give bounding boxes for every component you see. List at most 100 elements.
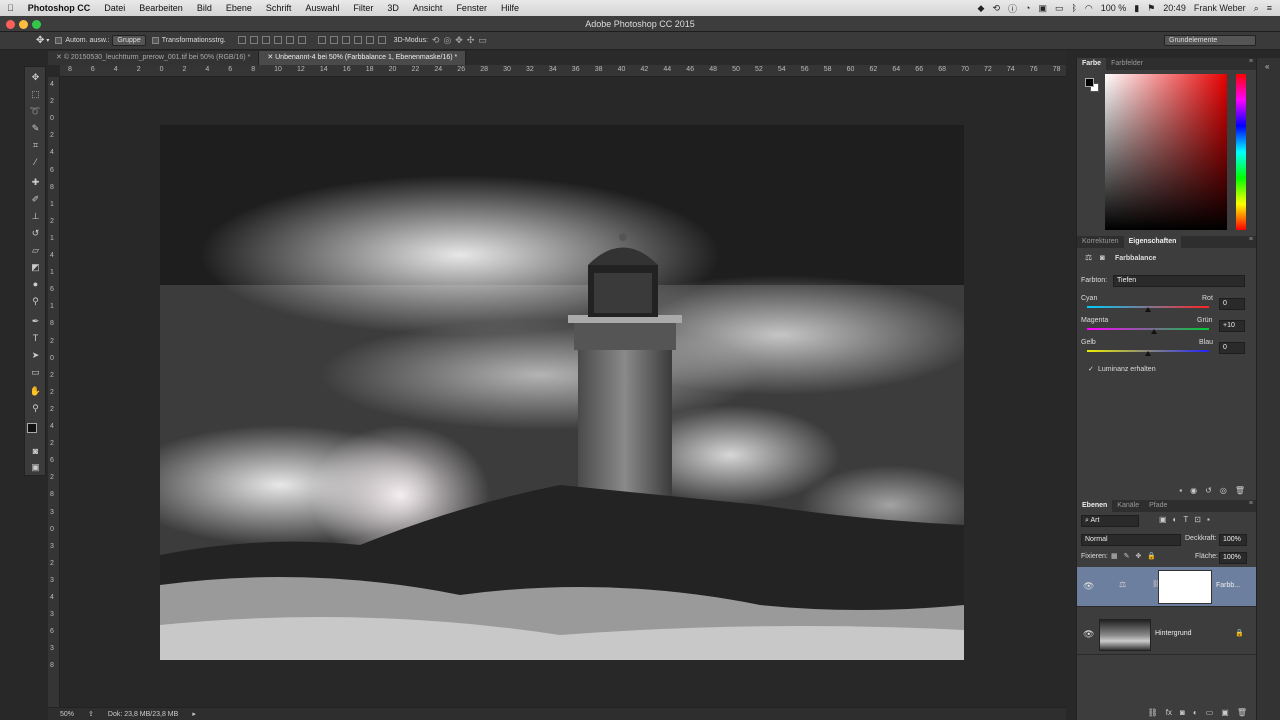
foreground-color-swatch[interactable] [27,423,37,433]
tab-eigenschaften[interactable]: Eigenschaften [1123,236,1182,248]
distribute-vcenter-icon[interactable] [329,35,338,44]
doc-tab-close-icon[interactable]: ✕ [56,54,64,61]
distribute-left-icon[interactable] [353,35,362,44]
doc-tab-close-icon[interactable]: ✕ [267,54,275,61]
menu-bild[interactable]: Bild [190,3,219,13]
healing-brush-tool-icon[interactable]: ✚ [29,176,42,189]
align-right-icon[interactable] [297,35,306,44]
crop-tool-icon[interactable]: ⌗ [29,139,42,152]
menubar-time[interactable]: 20:49 [1163,3,1186,13]
distribute-hcenter-icon[interactable] [365,35,374,44]
reset-icon[interactable]: ↺ [1205,486,1212,498]
battery-icon[interactable]: ▮ [1134,3,1139,14]
marquee-tool-icon[interactable]: ⬚ [29,88,42,101]
align-left-icon[interactable] [273,35,282,44]
auto-select-checkbox[interactable] [55,37,63,44]
layer-filter-icons[interactable]: ▣◐T⊡▪ [1159,515,1216,524]
menu-fenster[interactable]: Fenster [449,3,494,13]
layer-row-background[interactable]: 👁 Hintergrund 🔒 [1077,615,1257,655]
align-vcenter-icon[interactable] [249,35,258,44]
eyedropper-tool-icon[interactable]: ⁄ [29,156,42,169]
align-hcenter-icon[interactable] [285,35,294,44]
display-icon[interactable]: ▭ [1055,3,1064,14]
pen-tool-icon[interactable]: ✒ [29,315,42,328]
menu-datei[interactable]: Datei [97,3,132,13]
magenta-green-thumb[interactable] [1151,329,1158,334]
menu-filter[interactable]: Filter [346,3,380,13]
sync-icon[interactable]: ⟲ [992,3,1000,14]
layer-name[interactable]: Hintergrund [1155,630,1192,637]
yellow-blue-value[interactable]: 0 [1219,342,1245,354]
close-window-icon[interactable] [6,20,15,29]
align-top-icon[interactable] [237,35,246,44]
type-tool-icon[interactable]: T [29,332,42,345]
move-tool-icon[interactable]: ✥ [29,71,42,84]
tab-farbe[interactable]: Farbe [1077,58,1107,70]
fill-value[interactable]: 100% [1219,552,1247,564]
layer-mask-icon[interactable]: ◙ [1100,253,1105,262]
screen-mode-icon[interactable]: ▣ [29,461,42,474]
document-image[interactable] [160,125,964,660]
magenta-green-value[interactable]: +10 [1219,320,1245,332]
zoom-tool-icon[interactable]: ⚲ [29,402,42,415]
history-brush-tool-icon[interactable]: ↺ [29,227,42,240]
tab-korrekturen[interactable]: Korrekturen [1077,236,1124,248]
workspace-dropdown[interactable]: Grundelemente [1164,35,1256,46]
new-layer-icon[interactable]: ▣ [1221,708,1229,720]
status-arrow-icon[interactable]: ▸ [192,710,196,718]
dropbox-icon[interactable]: ◆ [978,3,985,14]
hand-tool-icon[interactable]: ✋ [29,385,42,398]
menu-schrift[interactable]: Schrift [259,3,299,13]
menu-3d[interactable]: 3D [380,3,406,13]
menu-bearbeiten[interactable]: Bearbeiten [132,3,190,13]
flag-icon[interactable]: ⚑ [1147,3,1155,14]
menu-ebene[interactable]: Ebene [219,3,259,13]
yellow-blue-thumb[interactable] [1145,351,1151,356]
minimize-window-icon[interactable] [19,20,28,29]
clone-stamp-tool-icon[interactable]: ⊥ [29,210,42,223]
view-previous-icon[interactable]: ◉ [1190,486,1197,498]
tab-kanaele[interactable]: Kanäle [1112,500,1144,512]
color-field[interactable] [1105,74,1227,230]
layer-style-icon[interactable]: fx [1166,708,1172,720]
wifi-icon[interactable]: ◠ [1085,3,1093,14]
info-icon[interactable]: ⓘ [1008,2,1017,15]
move-tool-icon[interactable]: ✥ [36,35,44,46]
lock-icons[interactable]: ▦✎✥🔒 [1111,552,1162,560]
eraser-tool-icon[interactable]: ▱ [29,244,42,257]
clock-icon[interactable]: ◔ [1025,3,1030,13]
apple-icon[interactable]:  [0,3,21,13]
magenta-green-slider[interactable] [1087,328,1209,330]
dodge-tool-icon[interactable]: ⚲ [29,295,42,308]
doc-tab-unbenannt[interactable]: ✕ Unbenannt-4 bei 50% (Farbbalance 1, Eb… [259,51,467,65]
color-foreground-swatch[interactable] [1085,78,1094,87]
gradient-tool-icon[interactable]: ◩ [29,261,42,274]
opacity-value[interactable]: 100% [1219,534,1247,546]
share-icon[interactable]: ⇪ [88,710,94,718]
layer-name[interactable]: Farbb... [1216,582,1240,589]
menu-auswahl[interactable]: Auswahl [298,3,346,13]
menu-app-name[interactable]: Photoshop CC [21,3,98,13]
delete-layer-icon[interactable]: 🗑 [1237,708,1247,720]
battery-text[interactable]: 100 % [1101,3,1127,13]
layer-visibility-eye-icon[interactable]: 👁 [1083,629,1094,640]
align-bottom-icon[interactable] [261,35,270,44]
menu-ansicht[interactable]: Ansicht [406,3,450,13]
menubar-user[interactable]: Frank Weber [1194,3,1246,13]
bluetooth-icon[interactable]: ᛒ [1071,3,1076,13]
new-group-icon[interactable]: ▭ [1206,708,1214,720]
zoom-window-icon[interactable] [32,20,41,29]
delete-icon[interactable]: 🗑 [1235,486,1245,498]
cyan-red-value[interactable]: 0 [1219,298,1245,310]
tab-pfade[interactable]: Pfade [1144,500,1172,512]
zoom-level[interactable]: 50% [60,711,74,718]
new-adjustment-icon[interactable]: ◐ [1193,708,1198,720]
transform-controls-checkbox[interactable] [151,37,159,44]
distribute-right-icon[interactable] [377,35,386,44]
layer-visibility-eye-icon[interactable]: 👁 [1083,581,1094,592]
spotlight-search-icon[interactable]: ⌕ [1254,3,1259,14]
menu-hilfe[interactable]: Hilfe [494,3,526,13]
quick-mask-icon[interactable]: ◙ [29,445,42,458]
doc-tab-leuchtturm[interactable]: ✕ © 20150530_leuchtturm_prerow_001.tif b… [48,51,260,65]
clip-to-layer-icon[interactable]: ▪ [1179,486,1182,498]
